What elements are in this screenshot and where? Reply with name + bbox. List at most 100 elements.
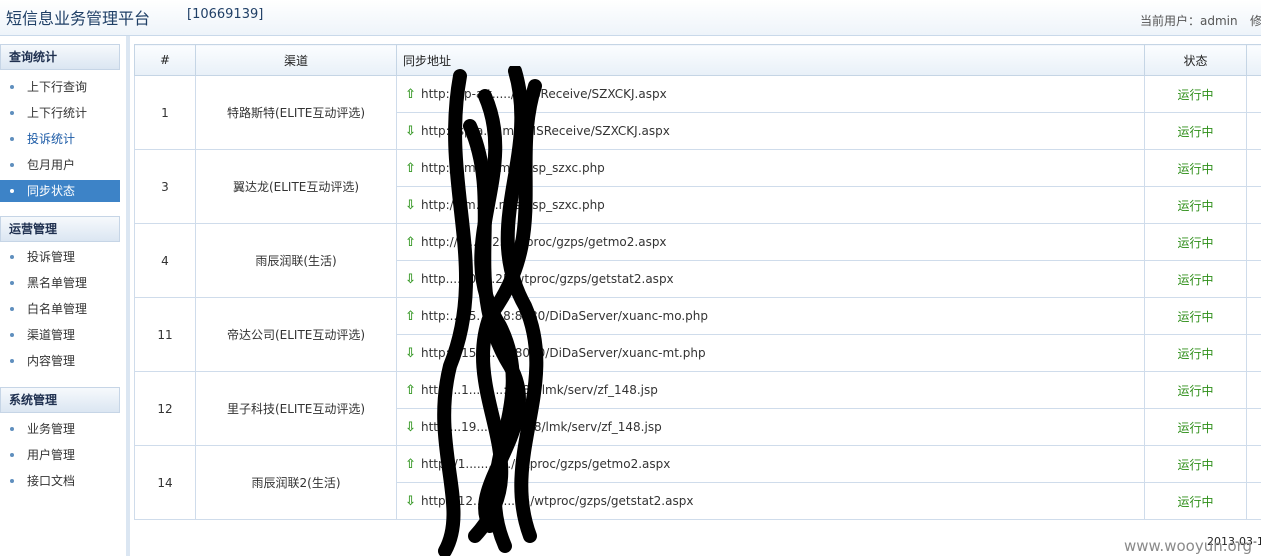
bullet-icon — [10, 333, 14, 337]
bullet-icon — [10, 453, 14, 457]
down-status: 运行中 — [1144, 260, 1247, 298]
sync-table: # 渠道 同步地址 状态 1 特路斯特(ELITE互动评选) ⇧ http://s… — [134, 44, 1261, 520]
arrow-up-icon: ⇧ — [405, 308, 416, 324]
up-status: 运行中 — [1144, 75, 1247, 113]
bullet-icon — [10, 479, 14, 483]
watermark: www.wooyun.org — [1124, 537, 1253, 555]
sidebar: 查询统计 上下行查询 上下行统计 投诉统计 包月用户 同步状态 运营管理 投诉管… — [0, 36, 130, 556]
spacer-cell — [1246, 223, 1261, 261]
arrow-up-icon: ⇧ — [405, 234, 416, 250]
sidebar-item-updown-stats[interactable]: 上下行统计 — [0, 102, 120, 124]
current-user-label: 当前用户：admin — [1140, 14, 1238, 28]
arrow-down-icon: ⇩ — [405, 419, 416, 435]
row-channel: 帝达公司(ELITE互动评选) — [195, 297, 397, 372]
redaction-scribble — [437, 66, 544, 556]
down-status: 运行中 — [1144, 186, 1247, 224]
bullet-icon — [10, 427, 14, 431]
row-num: 12 — [134, 371, 196, 446]
row-channel: 特路斯特(ELITE互动评选) — [195, 75, 397, 150]
row-channel: 雨辰润联(生活) — [195, 223, 397, 298]
sidebar-item-api-docs[interactable]: 接口文档 — [0, 470, 120, 492]
up-status: 运行中 — [1144, 371, 1247, 409]
arrow-up-icon: ⇧ — [405, 86, 416, 102]
service-code: [10669139] — [187, 7, 264, 22]
app-header: 短信息业务管理平台 [10669139] 当前用户：admin 修 — [0, 0, 1261, 36]
sidebar-item-content-mgmt[interactable]: 内容管理 — [0, 350, 120, 372]
spacer-cell — [1246, 149, 1261, 187]
arrow-down-icon: ⇩ — [405, 197, 416, 213]
bullet-icon — [10, 189, 14, 193]
spacer-cell — [1246, 445, 1261, 483]
bullet-icon — [10, 255, 14, 259]
down-status: 运行中 — [1144, 334, 1247, 372]
col-header-spacer — [1246, 44, 1261, 76]
sidebar-item-monthly-users[interactable]: 包月用户 — [0, 154, 120, 176]
row-num: 14 — [134, 445, 196, 520]
arrow-down-icon: ⇩ — [405, 493, 416, 509]
arrow-down-icon: ⇩ — [405, 123, 416, 139]
sync-status-panel: # 渠道 同步地址 状态 1 特路斯特(ELITE互动评选) ⇧ http://s… — [134, 44, 1261, 556]
row-num: 11 — [134, 297, 196, 372]
spacer-cell — [1246, 260, 1261, 298]
arrow-down-icon: ⇩ — [405, 345, 416, 361]
col-header-status: 状态 — [1144, 44, 1247, 76]
sidebar-item-complaint-mgmt[interactable]: 投诉管理 — [0, 246, 120, 268]
table-header-row: # 渠道 同步地址 状态 — [134, 44, 1261, 76]
row-num: 3 — [134, 149, 196, 224]
bullet-icon — [10, 281, 14, 285]
spacer-cell — [1246, 371, 1261, 409]
bullet-icon — [10, 359, 14, 363]
table-row: 14 雨辰润联2(生活) ⇧ http://1.......1.../wtproc… — [134, 445, 1261, 520]
sidebar-item-blacklist[interactable]: 黑名单管理 — [0, 272, 120, 294]
bullet-icon — [10, 307, 14, 311]
sidebar-item-business-mgmt[interactable]: 业务管理 — [0, 418, 120, 440]
row-channel: 翼达龙(ELITE互动评选) — [195, 149, 397, 224]
arrow-up-icon: ⇧ — [405, 456, 416, 472]
current-user: 当前用户：admin 修 — [1140, 12, 1261, 29]
row-num: 1 — [134, 75, 196, 150]
col-header-num: # — [134, 44, 196, 76]
down-status: 运行中 — [1144, 482, 1247, 520]
sidebar-group-operations[interactable]: 运营管理 — [0, 216, 120, 242]
sidebar-item-complaint-stats[interactable]: 投诉统计 — [0, 128, 120, 150]
bullet-icon — [10, 85, 14, 89]
arrow-up-icon: ⇧ — [405, 160, 416, 176]
sidebar-item-user-mgmt[interactable]: 用户管理 — [0, 444, 120, 466]
row-num: 4 — [134, 223, 196, 298]
arrow-down-icon: ⇩ — [405, 271, 416, 287]
app-title: 短信息业务管理平台 — [6, 9, 151, 28]
row-channel: 里子科技(ELITE互动评选) — [195, 371, 397, 446]
spacer-cell — [1246, 408, 1261, 446]
sidebar-item-sync-status[interactable]: 同步状态 — [0, 180, 120, 202]
bullet-icon — [10, 111, 14, 115]
table-row: 1 特路斯特(ELITE互动评选) ⇧ http://sp-a.t...../SM… — [134, 75, 1261, 150]
up-status: 运行中 — [1144, 297, 1247, 335]
sidebar-group-system[interactable]: 系统管理 — [0, 387, 120, 413]
down-status: 运行中 — [1144, 408, 1247, 446]
arrow-up-icon: ⇧ — [405, 382, 416, 398]
spacer-cell — [1246, 112, 1261, 150]
table-row: 3 翼达龙(ELITE互动评选) ⇧ http://sm......m/sp/sp… — [134, 149, 1261, 224]
up-status: 运行中 — [1144, 223, 1247, 261]
sidebar-item-channel-mgmt[interactable]: 渠道管理 — [0, 324, 120, 346]
edit-link[interactable]: 修 — [1250, 12, 1261, 29]
up-status: 运行中 — [1144, 149, 1247, 187]
sidebar-item-updown-query[interactable]: 上下行查询 — [0, 76, 120, 98]
bullet-icon — [10, 137, 14, 141]
sidebar-group-query[interactable]: 查询统计 — [0, 44, 120, 70]
down-status: 运行中 — [1144, 112, 1247, 150]
table-row: 4 雨辰润联(生活) ⇧ http://1.......25/wtproc/gzp… — [134, 223, 1261, 298]
spacer-cell — [1246, 482, 1261, 520]
up-status: 运行中 — [1144, 445, 1247, 483]
redaction-stroke — [437, 69, 473, 556]
table-row: 11 帝达公司(ELITE互动评选) ⇧ http:...15.......8:8… — [134, 297, 1261, 372]
spacer-cell — [1246, 75, 1261, 113]
bullet-icon — [10, 163, 14, 167]
spacer-cell — [1246, 297, 1261, 335]
spacer-cell — [1246, 334, 1261, 372]
table-row: 12 里子科技(ELITE互动评选) ⇧ http:...1.........:8… — [134, 371, 1261, 446]
row-channel: 雨辰润联2(生活) — [195, 445, 397, 520]
spacer-cell — [1246, 186, 1261, 224]
sidebar-item-whitelist[interactable]: 白名单管理 — [0, 298, 120, 320]
col-header-channel: 渠道 — [195, 44, 397, 76]
